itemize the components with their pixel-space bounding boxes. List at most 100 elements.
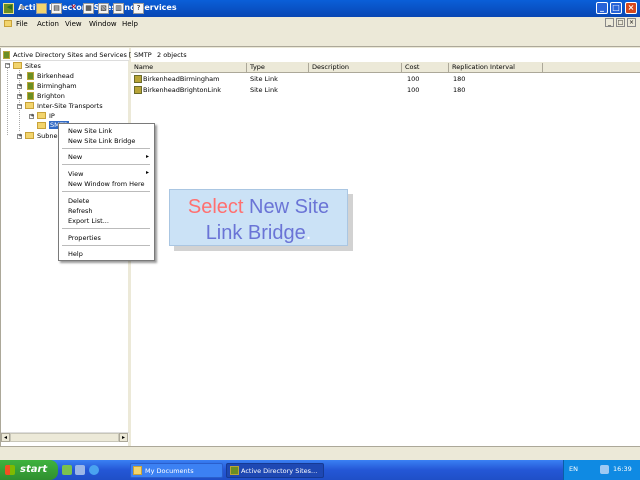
help-icon[interactable]: ? (133, 3, 144, 14)
menu-separator (62, 245, 150, 246)
expand-subnets-icon[interactable]: + (17, 134, 22, 139)
menu-item-delete[interactable]: Delete (68, 197, 89, 205)
expand-birmingham-icon[interactable]: + (17, 84, 22, 89)
quicklaunch-icon[interactable] (62, 465, 72, 475)
menu-item-help[interactable]: Help (68, 250, 83, 258)
hint-words-link-bridge: Link Bridge (205, 222, 306, 244)
network-icon[interactable] (600, 465, 609, 474)
internet-explorer-icon[interactable] (89, 465, 99, 475)
ad-sites-icon (230, 466, 239, 475)
site-icon (27, 92, 34, 100)
collapse-inter-site-icon[interactable]: − (17, 104, 22, 109)
maximize-button[interactable]: □ (610, 2, 622, 14)
row-name[interactable]: BirkenheadBirmingham (143, 75, 219, 83)
hint-word-select: Select (187, 196, 244, 218)
language-indicator[interactable]: EN (569, 465, 578, 473)
smtp-folder-icon (37, 122, 46, 129)
menu-separator (62, 228, 150, 229)
expand-birkenhead-icon[interactable]: + (17, 74, 22, 79)
up-folder-icon[interactable] (36, 3, 47, 14)
details-pane[interactable] (131, 48, 640, 446)
submenu-arrow-icon: ▸ (146, 153, 150, 160)
menu-separator (62, 148, 150, 149)
scroll-left-arrow-icon[interactable]: ◂ (1, 433, 10, 442)
child-restore-button[interactable]: □ (616, 18, 625, 27)
column-cost[interactable]: Cost (402, 63, 449, 73)
hint-period: . (305, 222, 312, 244)
row-interval: 180 (453, 75, 466, 83)
tree-item-inter-site-transports[interactable]: Inter-Site Transports (37, 102, 103, 110)
site-link-icon (134, 86, 142, 94)
folder-icon (133, 466, 142, 475)
delete-icon[interactable]: ✕ (68, 3, 79, 14)
menu-view[interactable]: View (65, 20, 82, 28)
taskbar-button-active-directory[interactable]: Active Directory Sites... (226, 463, 324, 478)
child-close-button[interactable]: × (627, 18, 636, 27)
ip-folder-icon (37, 112, 46, 119)
row-type: Site Link (250, 86, 278, 94)
details-container-name: SMTP (134, 51, 152, 59)
hint-line-2: Link Bridge. (170, 220, 347, 246)
hint-word-site: Site (294, 196, 330, 218)
tree-root-label[interactable]: Active Directory Sites and Services [a (13, 51, 135, 59)
menu-file[interactable]: File (16, 20, 28, 28)
inter-site-folder-icon (25, 102, 34, 109)
tree-item-birmingham[interactable]: Birmingham (37, 82, 77, 90)
site-link-icon (134, 75, 142, 83)
expand-brighton-icon[interactable]: + (17, 94, 22, 99)
column-type[interactable]: Type (247, 63, 309, 73)
show-desktop-icon[interactable] (75, 465, 85, 475)
scroll-thumb[interactable] (10, 433, 119, 442)
clock[interactable]: 16:39 (613, 465, 632, 473)
menu-item-export-list[interactable]: Export List... (68, 217, 109, 225)
menu-item-properties[interactable]: Properties (68, 234, 101, 242)
properties-icon[interactable]: ▦ (83, 3, 94, 14)
column-replication-interval[interactable]: Replication Interval (449, 63, 543, 73)
submenu-arrow-icon: ▸ (146, 169, 150, 176)
menu-item-new-site-link[interactable]: New Site Link (68, 127, 112, 135)
minimize-button[interactable]: _ (596, 2, 608, 14)
tree-item-sites[interactable]: Sites (25, 62, 41, 70)
menu-separator (62, 191, 150, 192)
forward-icon[interactable]: ▶ (18, 3, 29, 14)
back-icon[interactable]: ◀ (4, 3, 15, 14)
menu-item-new[interactable]: New (68, 153, 82, 161)
row-cost: 100 (407, 75, 420, 83)
taskbar-button-my-documents[interactable]: My Documents (130, 463, 223, 478)
hint-word-new: New (249, 196, 290, 218)
row-interval: 180 (453, 86, 466, 94)
menu-item-view[interactable]: View (68, 170, 83, 178)
menu-action[interactable]: Action (37, 20, 59, 28)
menu-help[interactable]: Help (122, 20, 138, 28)
tree-item-brighton[interactable]: Brighton (37, 92, 65, 100)
subnets-folder-icon (25, 132, 34, 139)
export-icon[interactable]: ▥ (113, 3, 124, 14)
column-description[interactable]: Description (309, 63, 402, 73)
expand-ip-icon[interactable]: + (29, 114, 34, 119)
row-type: Site Link (250, 75, 278, 83)
mmc-doc-icon (4, 20, 12, 27)
row-cost: 100 (407, 86, 420, 94)
menu-window[interactable]: Window (89, 20, 117, 28)
column-name[interactable]: Name (131, 63, 247, 73)
ad-sites-icon (3, 51, 10, 59)
site-icon (27, 72, 34, 80)
menu-item-new-window-from-here[interactable]: New Window from Here (68, 180, 145, 188)
child-minimize-button[interactable]: _ (605, 18, 614, 27)
refresh-icon[interactable]: ▧ (98, 3, 109, 14)
close-button[interactable]: × (625, 2, 637, 14)
toolbar (0, 30, 640, 47)
show-tree-icon[interactable]: ▤ (51, 3, 62, 14)
site-icon (27, 82, 34, 90)
tree-item-ip[interactable]: IP (49, 112, 55, 120)
hint-line-1: Select New Site (170, 194, 347, 220)
menu-separator (62, 164, 150, 165)
menu-item-new-site-link-bridge[interactable]: New Site Link Bridge (68, 137, 135, 145)
scroll-right-arrow-icon[interactable]: ▸ (119, 433, 128, 442)
tree-item-subnets[interactable]: Subne (37, 132, 58, 140)
menu-item-refresh[interactable]: Refresh (68, 207, 93, 215)
tree-item-birkenhead[interactable]: Birkenhead (37, 72, 74, 80)
windows-logo-icon (5, 465, 15, 475)
row-name[interactable]: BirkenheadBrightonLink (143, 86, 221, 94)
collapse-sites-icon[interactable]: − (5, 63, 10, 68)
